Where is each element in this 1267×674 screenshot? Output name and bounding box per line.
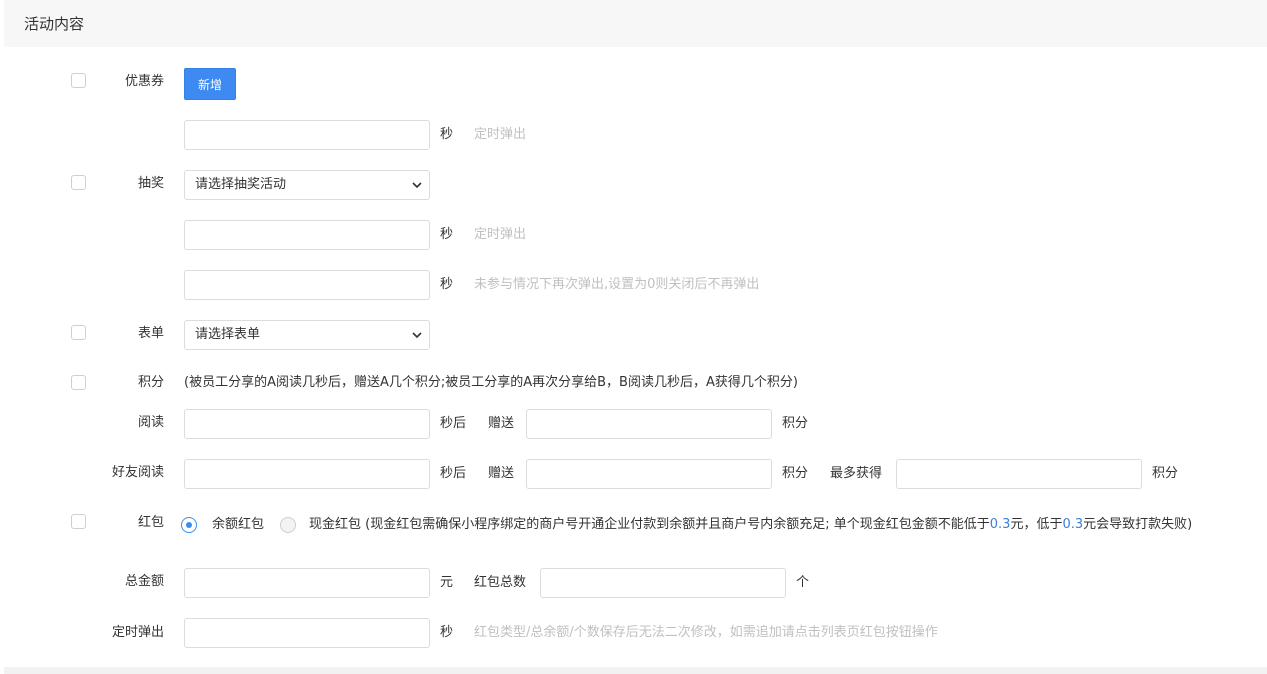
read-points-unit: 积分 xyxy=(782,416,809,431)
lottery-label: 抽奖 xyxy=(137,176,164,191)
lottery-select-value: 请选择抽奖活动 xyxy=(195,177,287,192)
chevron-down-icon xyxy=(412,332,422,339)
lottery-popup-seconds-input[interactable] xyxy=(184,220,430,250)
lottery-seconds-unit-2: 秒 xyxy=(440,277,454,292)
form-select[interactable]: 请选择表单 xyxy=(184,320,430,350)
coupon-label: 优惠券 xyxy=(124,74,164,89)
cash-redpacket-label: 现金红包 xyxy=(309,517,362,532)
coupon-popup-seconds-input[interactable] xyxy=(184,120,430,150)
max-points-input[interactable] xyxy=(896,459,1142,489)
max-points-unit: 积分 xyxy=(1152,466,1179,481)
lottery-select[interactable]: 请选择抽奖活动 xyxy=(184,170,430,200)
points-label: 积分 xyxy=(137,375,164,390)
friend-read-give-label: 赠送 xyxy=(488,466,515,481)
redpacket-count-input[interactable] xyxy=(540,568,786,598)
friend-read-seconds-input[interactable] xyxy=(184,459,430,489)
cash-note-post: 元会导致打款失败) xyxy=(1083,517,1193,532)
coupon-seconds-unit: 秒 xyxy=(440,127,454,142)
cash-note-mid: 元，低于 xyxy=(1010,517,1063,532)
lottery-repopup-seconds-input[interactable] xyxy=(184,270,430,300)
cash-note-pre: (现金红包需确保小程序绑定的商户号开通企业付款到余额并且商户号内余额充足; 单个… xyxy=(365,517,990,532)
coupon-popup-hint: 定时弹出 xyxy=(474,127,527,142)
redpacket-label: 红包 xyxy=(137,515,164,530)
balance-redpacket-radio[interactable] xyxy=(181,517,197,533)
read-seconds-input[interactable] xyxy=(184,409,430,439)
cash-redpacket-note: 现金红包 (现金红包需确保小程序绑定的商户号开通企业付款到余额并且商户号内余额充… xyxy=(309,516,1192,534)
read-after-seconds: 秒后 xyxy=(440,416,467,431)
friend-read-points-unit: 积分 xyxy=(782,466,809,481)
read-give-label: 赠送 xyxy=(488,416,515,431)
redpacket-popup-hint: 红包类型/总余额/个数保存后无法二次修改，如需追加请点击列表页红包按钮操作 xyxy=(474,625,938,640)
balance-redpacket-label: 余额红包 xyxy=(212,517,265,532)
redpacket-popup-seconds-input[interactable] xyxy=(184,618,430,648)
min-amount-1: 0.3 xyxy=(989,517,1011,532)
section-title: 活动内容 xyxy=(24,15,85,33)
yuan-unit: 元 xyxy=(440,575,454,590)
read-label: 阅读 xyxy=(137,415,164,430)
friend-read-after-seconds: 秒后 xyxy=(440,466,467,481)
redpacket-popup-label: 定时弹出 xyxy=(111,625,164,640)
total-amount-input[interactable] xyxy=(184,568,430,598)
friend-read-label: 好友阅读 xyxy=(111,465,164,480)
section-header: 活动内容 xyxy=(4,0,1267,47)
chevron-down-icon xyxy=(412,182,422,189)
points-description: (被员工分享的A阅读几秒后，赠送A几个积分;被员工分享的A再次分享给B，B阅读几… xyxy=(184,375,798,390)
count-unit: 个 xyxy=(796,575,810,590)
lottery-repopup-hint: 未参与情况下再次弹出,设置为0则关闭后不再弹出 xyxy=(474,277,760,292)
cash-redpacket-radio[interactable] xyxy=(280,517,296,533)
lottery-popup-hint: 定时弹出 xyxy=(474,227,527,242)
max-get-label: 最多获得 xyxy=(830,466,883,481)
min-amount-2: 0.3 xyxy=(1062,517,1084,532)
form-select-value: 请选择表单 xyxy=(195,327,261,342)
total-amount-label: 总金额 xyxy=(124,574,164,589)
redpacket-count-label: 红包总数 xyxy=(474,575,527,590)
friend-read-points-input[interactable] xyxy=(526,459,772,489)
read-points-input[interactable] xyxy=(526,409,772,439)
footer-divider xyxy=(4,667,1267,674)
lottery-seconds-unit-1: 秒 xyxy=(440,227,454,242)
add-coupon-button[interactable]: 新增 xyxy=(184,68,236,100)
redpacket-popup-unit: 秒 xyxy=(440,625,454,640)
form-label: 表单 xyxy=(137,326,164,341)
